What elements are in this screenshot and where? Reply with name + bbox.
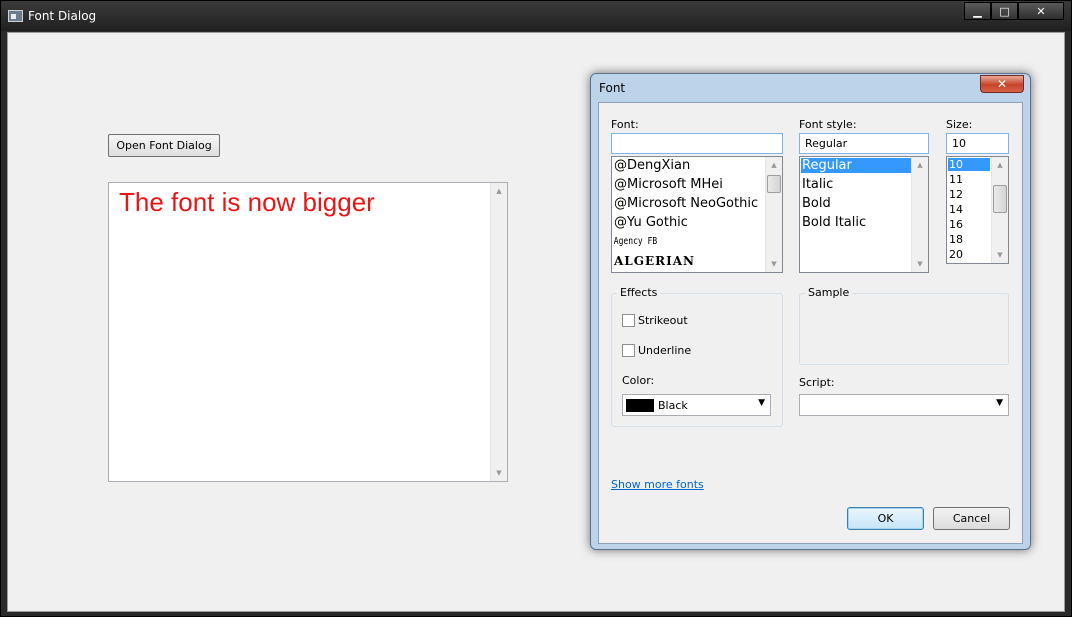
text-content: The font is now bigger <box>119 187 375 217</box>
font-label: Font: <box>611 118 639 131</box>
strikeout-label[interactable]: Strikeout <box>638 314 688 327</box>
dialog-title: Font <box>599 81 626 95</box>
font-list-item[interactable]: ALGERIAN <box>613 254 695 268</box>
font-list-scroll-thumb[interactable] <box>767 175 781 193</box>
font-style-list[interactable]: Regular Italic Bold Bold Italic ▲ ▼ <box>799 156 929 273</box>
scroll-up-icon[interactable]: ▲ <box>992 157 1008 173</box>
rich-text-box[interactable]: The font is now bigger ▲ ▼ <box>108 182 508 482</box>
font-style-item[interactable]: Bold Italic <box>801 215 866 230</box>
strikeout-checkbox[interactable] <box>622 314 635 327</box>
caption-buttons: ▁ □ ✕ <box>964 2 1064 20</box>
font-list-item[interactable]: @DengXian <box>613 158 690 173</box>
close-button[interactable]: ✕ <box>1018 2 1064 20</box>
color-select[interactable]: Black ▼ <box>622 394 771 416</box>
size-item-selected[interactable]: 10 <box>948 158 990 171</box>
size-label: Size: <box>946 118 973 131</box>
cancel-button[interactable]: Cancel <box>933 507 1010 530</box>
font-style-item[interactable]: Italic <box>801 177 833 192</box>
scroll-up-icon[interactable]: ▲ <box>491 183 507 199</box>
script-select[interactable]: ▼ <box>799 394 1009 416</box>
script-label: Script: <box>799 376 835 389</box>
window-title: Font Dialog <box>28 9 97 23</box>
size-item[interactable]: 20 <box>948 248 963 261</box>
font-dialog: Font ✕ Font: @DengXian @Microsoft MHei @… <box>590 73 1031 550</box>
font-style-label: Font style: <box>799 118 857 131</box>
show-more-fonts-link[interactable]: Show more fonts <box>611 478 704 491</box>
color-swatch <box>626 399 654 412</box>
main-titlebar[interactable]: Font Dialog ▁ □ ✕ <box>1 1 1071 31</box>
maximize-button[interactable]: □ <box>991 2 1018 20</box>
size-item[interactable]: 12 <box>948 188 963 201</box>
scroll-up-icon[interactable]: ▲ <box>766 157 782 173</box>
scroll-down-icon[interactable]: ▼ <box>912 256 928 272</box>
effects-caption: Effects <box>617 286 661 299</box>
size-item[interactable]: 11 <box>948 173 963 186</box>
font-style-item[interactable]: Bold <box>801 196 831 211</box>
font-list-item[interactable]: Agency FB <box>613 236 657 247</box>
underline-checkbox[interactable] <box>622 344 635 357</box>
size-item[interactable]: 14 <box>948 203 963 216</box>
app-window-icon <box>8 10 23 22</box>
minimize-button[interactable]: ▁ <box>964 2 991 20</box>
size-list[interactable]: 10 11 12 14 16 18 20 ▲ ▼ <box>946 156 1009 264</box>
font-list-scrollbar[interactable]: ▲ ▼ <box>765 157 782 272</box>
font-list-item[interactable]: @Yu Gothic <box>613 215 688 230</box>
underline-label[interactable]: Underline <box>638 344 691 357</box>
scroll-down-icon[interactable]: ▼ <box>491 465 507 481</box>
font-style-input[interactable]: Regular <box>799 133 929 154</box>
size-input[interactable]: 10 <box>946 133 1009 154</box>
text-scrollbar[interactable]: ▲ ▼ <box>490 183 507 481</box>
scroll-up-icon[interactable]: ▲ <box>912 157 928 173</box>
font-style-scrollbar[interactable]: ▲ ▼ <box>911 157 928 272</box>
sample-caption: Sample <box>805 286 853 299</box>
scroll-down-icon[interactable]: ▼ <box>766 256 782 272</box>
sample-group <box>799 293 1009 365</box>
ok-button[interactable]: OK <box>847 507 924 530</box>
size-list-scrollbar[interactable]: ▲ ▼ <box>991 157 1008 263</box>
chevron-down-icon[interactable]: ▼ <box>758 399 765 408</box>
dialog-client-area: Font: @DengXian @Microsoft MHei @Microso… <box>598 102 1023 544</box>
font-style-item-selected[interactable]: Regular <box>801 158 911 173</box>
size-item[interactable]: 16 <box>948 218 963 231</box>
scroll-down-icon[interactable]: ▼ <box>992 247 1008 263</box>
font-list[interactable]: @DengXian @Microsoft MHei @Microsoft Neo… <box>611 156 783 273</box>
size-list-scroll-thumb[interactable] <box>993 185 1007 213</box>
color-label: Color: <box>622 374 655 387</box>
dialog-close-button[interactable]: ✕ <box>980 75 1024 93</box>
chevron-down-icon[interactable]: ▼ <box>996 399 1003 408</box>
color-value: Black <box>658 399 688 412</box>
font-name-input[interactable] <box>611 133 783 154</box>
font-list-item[interactable]: @Microsoft NeoGothic <box>613 196 758 211</box>
size-item[interactable]: 18 <box>948 233 963 246</box>
font-list-item[interactable]: @Microsoft MHei <box>613 177 723 192</box>
open-font-dialog-button[interactable]: Open Font Dialog <box>108 134 220 157</box>
